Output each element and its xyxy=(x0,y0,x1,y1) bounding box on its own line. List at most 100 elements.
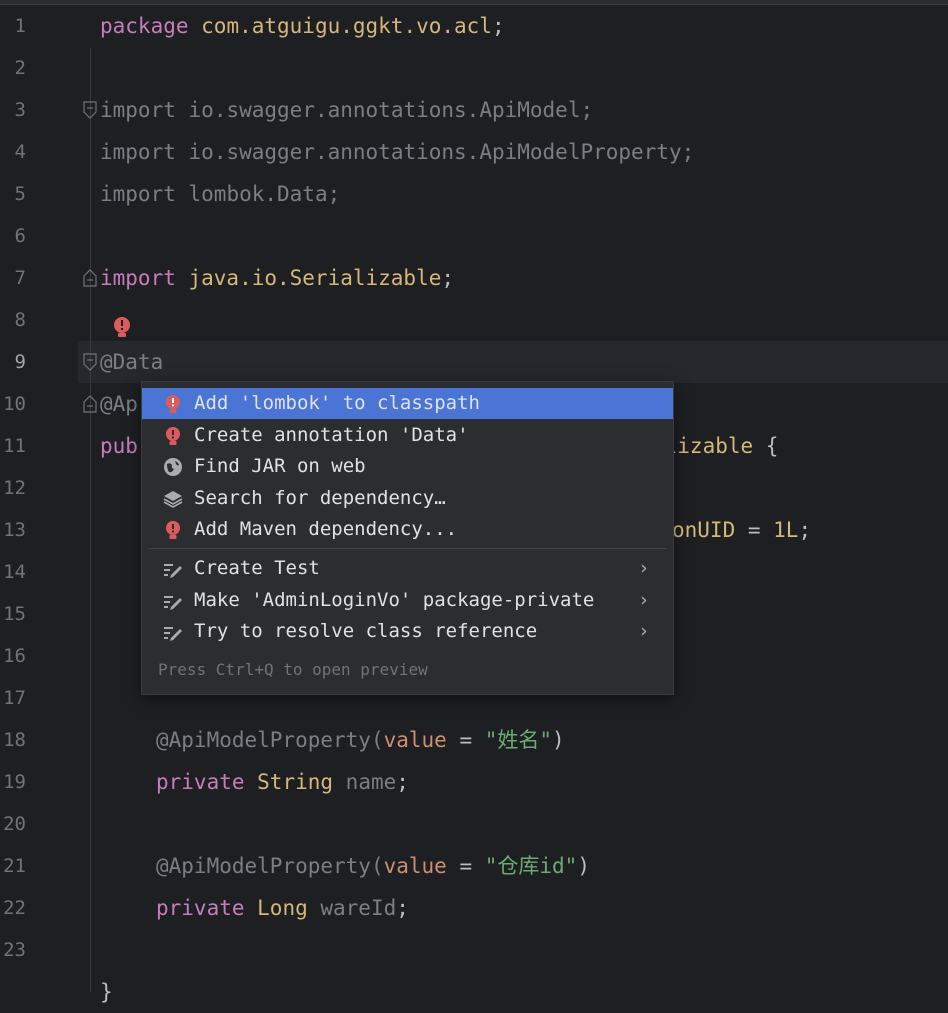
line-number: 8 xyxy=(14,309,26,331)
code-line-9[interactable]: @Data xyxy=(100,341,164,383)
code-line-21[interactable]: @ApiModelProperty(value = "仓库id") xyxy=(156,845,590,887)
unresolved-package: io xyxy=(188,98,214,122)
code-line-7[interactable]: import java.io.Serializable; xyxy=(100,257,454,299)
keyword: import xyxy=(100,98,176,122)
popup-item-label: Add 'lombok' to classpath xyxy=(194,392,480,414)
popup-item-label: Try to resolve class reference xyxy=(194,620,538,642)
keyword: import xyxy=(100,140,176,164)
code-line-19[interactable]: private String name; xyxy=(156,761,409,803)
line-number: 7 xyxy=(14,267,26,289)
field-name: name xyxy=(333,770,397,794)
unresolved-package: lombok xyxy=(188,182,265,206)
popup-hint: Press Ctrl+Q to open preview xyxy=(158,660,428,679)
fold-toggle-icon[interactable] xyxy=(83,101,97,119)
popup-item-find-jar[interactable]: Find JAR on web xyxy=(142,451,673,482)
string-literal: "仓库id" xyxy=(484,854,578,878)
unresolved-package: io xyxy=(188,140,214,164)
popup-item-resolve-reference[interactable]: Try to resolve class reference › xyxy=(142,616,673,647)
chevron-right-icon: › xyxy=(638,557,650,579)
line-number: 6 xyxy=(14,225,26,247)
line-number: 23 xyxy=(3,939,26,961)
error-bulb-icon xyxy=(162,425,184,447)
punctuation: ( xyxy=(370,854,384,878)
unresolved-annotation: @ApiModelProperty xyxy=(156,728,371,752)
popup-separator xyxy=(148,548,667,549)
line-number: 12 xyxy=(3,477,26,499)
chevron-right-icon: › xyxy=(638,620,650,642)
popup-item-create-test[interactable]: Create Test › xyxy=(142,553,673,584)
line-number: 2 xyxy=(14,57,26,79)
line-number: 18 xyxy=(3,729,26,751)
code-line-10[interactable]: @Ap xyxy=(100,383,138,425)
code-line-11[interactable]: pub xyxy=(100,425,138,467)
fold-toggle-icon[interactable] xyxy=(83,269,97,287)
popup-item-package-private[interactable]: Make 'AdminLoginVo' package-private › xyxy=(142,585,673,616)
keyword: import xyxy=(100,266,176,290)
annotation-fragment: @Ap xyxy=(100,392,138,416)
line-number: 17 xyxy=(3,687,26,709)
operator: = xyxy=(735,518,774,542)
popup-item-add-lombok[interactable]: Add 'lombok' to classpath xyxy=(142,388,673,419)
line-number: 4 xyxy=(14,141,26,163)
current-line-highlight xyxy=(78,341,948,383)
parameter-name: value xyxy=(383,854,447,878)
intention-actions-popup: Add 'lombok' to classpath Create annotat… xyxy=(141,381,674,695)
keyword: import xyxy=(100,182,176,206)
globe-icon xyxy=(162,456,184,478)
error-bulb-icon xyxy=(162,393,184,415)
code-line-13-tail[interactable]: onUID = 1L; xyxy=(672,509,811,551)
error-bulb-icon xyxy=(162,519,184,541)
fold-toggle-icon[interactable] xyxy=(83,395,97,413)
import-path: .swagger.annotations.ApiModelProperty; xyxy=(213,140,695,164)
keyword: package xyxy=(100,14,189,38)
line-number: 22 xyxy=(3,897,26,919)
type-name: Long xyxy=(244,896,308,920)
annotation-at: @ xyxy=(100,350,113,374)
code-line-1[interactable]: package com.atguigu.ggkt.vo.acl; xyxy=(100,5,505,47)
indent-guide xyxy=(90,48,91,992)
type-name: String xyxy=(244,770,334,794)
punctuation: ; xyxy=(396,896,409,920)
code-line-18[interactable]: @ApiModelProperty(value = "姓名") xyxy=(156,719,565,761)
line-number: 1 xyxy=(14,15,26,37)
code-line-4[interactable]: import io.swagger.annotations.ApiModelPr… xyxy=(100,131,694,173)
line-number: 20 xyxy=(3,813,26,835)
edit-icon xyxy=(162,590,184,612)
popup-item-search-dependency[interactable]: Search for dependency… xyxy=(142,483,673,514)
punctuation: ; xyxy=(441,266,455,290)
package-name: com.atguigu.ggkt.vo.acl xyxy=(188,14,492,38)
line-number-current: 9 xyxy=(14,351,26,373)
popup-item-label: Find JAR on web xyxy=(194,455,366,477)
edit-icon xyxy=(162,558,184,580)
chevron-right-icon: › xyxy=(638,589,650,611)
field-name: onUID xyxy=(672,518,736,542)
code-line-24[interactable]: } xyxy=(100,971,113,1013)
code-line-5[interactable]: import lombok.Data; xyxy=(100,173,340,215)
keyword: private xyxy=(156,770,245,794)
popup-item-label: Search for dependency… xyxy=(194,487,446,509)
parameter-name: value xyxy=(383,728,447,752)
popup-item-create-annotation[interactable]: Create annotation 'Data' xyxy=(142,420,673,451)
operator: = xyxy=(446,728,485,752)
line-number: 5 xyxy=(14,183,26,205)
popup-item-label: Create Test xyxy=(194,557,320,579)
operator: = xyxy=(446,854,485,878)
error-bulb-icon[interactable] xyxy=(112,316,132,338)
punctuation: ; xyxy=(491,14,505,38)
punctuation: ( xyxy=(370,728,384,752)
line-number: 13 xyxy=(3,519,26,541)
code-line-3[interactable]: import io.swagger.annotations.ApiModel; xyxy=(100,89,593,131)
line-number-gutter: 1 2 3 4 5 6 7 8 9 10 11 12 13 14 15 16 1… xyxy=(0,0,78,992)
popup-item-add-maven[interactable]: Add Maven dependency... xyxy=(142,514,673,545)
popup-item-label: Add Maven dependency... xyxy=(194,518,458,540)
import-path: .swagger.annotations.ApiModel; xyxy=(213,98,594,122)
line-number: 3 xyxy=(14,99,26,121)
code-line-22[interactable]: private Long wareId; xyxy=(156,887,409,929)
fold-toggle-icon[interactable] xyxy=(83,353,97,371)
popup-item-label: Make 'AdminLoginVo' package-private xyxy=(194,589,595,611)
unresolved-annotation: @ApiModelProperty xyxy=(156,854,371,878)
import-path: .Data; xyxy=(264,182,341,206)
